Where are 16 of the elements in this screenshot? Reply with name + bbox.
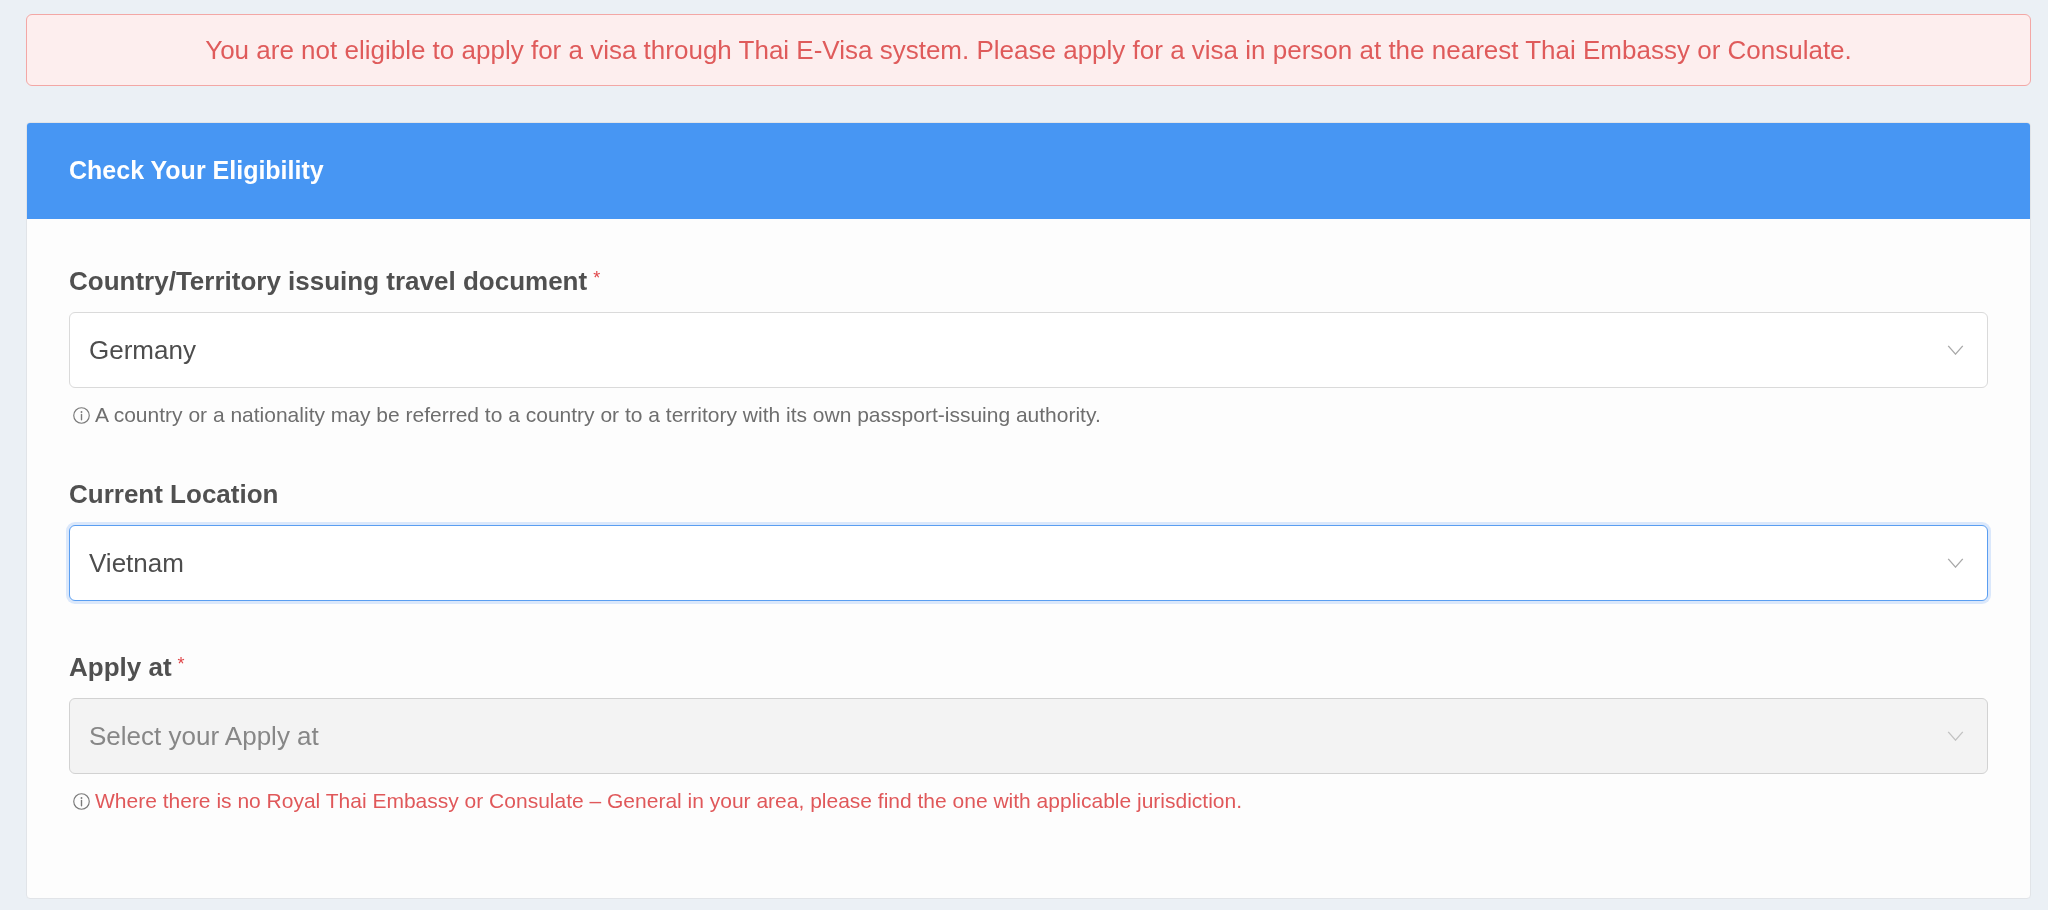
required-mark: * bbox=[593, 267, 601, 290]
field-label: Current Location bbox=[69, 478, 279, 510]
hint-text: A country or a nationality may be referred to a country or to a territory with its own passport-issuing authority. bbox=[95, 402, 1101, 428]
field-label: Country/Territory issuing travel document bbox=[69, 265, 588, 297]
dropdown-field[interactable]: Vietnam bbox=[69, 525, 1988, 601]
error-alert: You are not eligible to apply for a visa through Thai E-Visa system. Please apply for a visa in person at the nearest Thai Embassy or Consulate. bbox=[26, 14, 2031, 86]
hint-text: Where there is no Royal Thai Embassy or Consulate – General in your area, please find the one with applicable jurisdiction. bbox=[95, 788, 1243, 814]
card-title: Check Your Eligibility bbox=[69, 155, 324, 187]
required-mark: * bbox=[177, 653, 185, 676]
field-label: Apply at bbox=[69, 651, 172, 683]
info-icon bbox=[73, 406, 90, 424]
info-icon bbox=[73, 792, 90, 810]
chevron-down-icon bbox=[1947, 731, 1964, 741]
dropdown-field[interactable]: Germany bbox=[69, 312, 1988, 388]
chevron-down-icon bbox=[1947, 345, 1964, 355]
chevron-down-icon bbox=[1947, 558, 1964, 568]
